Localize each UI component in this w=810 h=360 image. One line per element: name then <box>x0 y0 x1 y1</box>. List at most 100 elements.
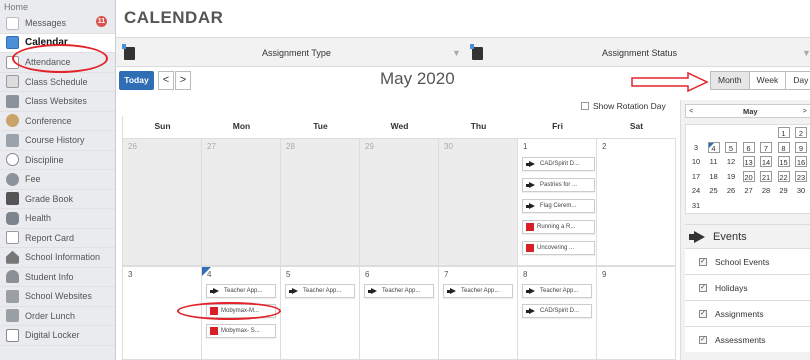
mini-day[interactable]: 23 <box>795 170 807 182</box>
event-filter-assessments[interactable]: ✓ Assessments <box>685 326 810 352</box>
checkbox-checked-icon[interactable]: ✓ <box>699 283 707 292</box>
mini-prev-button[interactable]: < <box>689 106 693 115</box>
view-day-button[interactable]: Day <box>785 71 810 90</box>
mini-day[interactable]: 15 <box>777 156 790 167</box>
day-cell[interactable]: 26 <box>123 138 202 266</box>
day-cell[interactable]: 8 Teacher App... CAD/Spirit D... <box>518 266 597 360</box>
mini-day[interactable]: 29 <box>778 185 790 196</box>
day-cell[interactable]: 5 Teacher App... <box>281 266 360 360</box>
mini-day[interactable]: 6 <box>742 141 755 153</box>
day-cell[interactable]: 1 CAD/Spirit D... Pastries for ... Flag … <box>518 138 597 266</box>
mini-day[interactable]: 9 <box>795 141 807 153</box>
event-chip[interactable]: Flag Cerem... <box>522 199 595 213</box>
view-month-button[interactable]: Month <box>710 71 750 90</box>
event-chip[interactable]: Teacher App... <box>522 284 592 298</box>
sidebar-item-report-card[interactable]: Report Card <box>0 229 115 248</box>
envelope-icon <box>6 16 19 30</box>
mini-day[interactable]: 16 <box>795 156 807 167</box>
checkbox-checked-icon[interactable]: ✓ <box>699 257 707 266</box>
sidebar-item-school-information[interactable]: School Information <box>0 248 115 268</box>
mini-day[interactable]: 21 <box>760 170 772 182</box>
mini-day[interactable]: 26 <box>725 185 737 196</box>
sidebar-item-conference[interactable]: Conference <box>0 112 115 131</box>
mini-day[interactable]: 22 <box>777 170 790 182</box>
day-cell[interactable]: 27 <box>202 138 281 266</box>
mini-day[interactable]: 19 <box>725 171 737 182</box>
mini-day[interactable]: 30 <box>795 185 807 196</box>
event-chip[interactable]: Mobymax- S... <box>206 324 276 338</box>
prev-month-button[interactable]: < <box>158 71 174 90</box>
day-cell[interactable]: 29 <box>360 138 439 266</box>
mini-day[interactable]: 18 <box>708 171 720 182</box>
rotation-checkbox[interactable] <box>581 102 589 110</box>
weekday-header: Mon <box>232 121 251 131</box>
event-chip[interactable]: Teacher App... <box>206 284 276 298</box>
event-chip[interactable]: Mobymax-M... <box>206 304 276 318</box>
mini-day[interactable]: 28 <box>760 185 772 196</box>
right-panel: < May > 1 2 3 4 5 6 7 8 9 10 11 12 13 14 15 16 17 18 19 20 2… <box>680 100 810 360</box>
today-button[interactable]: Today <box>119 71 154 90</box>
mini-day[interactable]: 24 <box>690 185 702 196</box>
next-month-button[interactable]: > <box>175 71 191 90</box>
mini-day[interactable]: 27 <box>743 185 755 196</box>
sidebar-item-class-websites[interactable]: Class Websites <box>0 92 115 112</box>
day-cell[interactable]: 2 <box>597 138 676 266</box>
show-rotation-day-toggle[interactable]: Show Rotation Day <box>581 101 666 111</box>
mini-day[interactable]: 17 <box>690 171 702 182</box>
sidebar-item-discipline[interactable]: Discipline <box>0 151 115 170</box>
day-cell[interactable]: 7 Teacher App... <box>439 266 518 360</box>
event-chip[interactable]: CAD/Spirit D... <box>522 157 595 171</box>
event-filter-holidays[interactable]: ✓ Holidays <box>685 274 810 300</box>
event-filter-school-events[interactable]: ✓ School Events <box>685 248 810 274</box>
day-cell-today[interactable]: 4 Teacher App... Mobymax-M... Mobymax- S… <box>202 266 281 360</box>
sidebar-item-order-lunch[interactable]: Order Lunch <box>0 307 115 326</box>
sidebar-item-student-info[interactable]: Student Info <box>0 268 115 287</box>
sidebar-item-digital-locker[interactable]: Digital Locker <box>0 326 115 346</box>
mini-day[interactable]: 8 <box>777 141 790 153</box>
day-cell[interactable]: 3 <box>123 266 202 360</box>
event-chip[interactable]: Pastries for ... <box>522 178 595 192</box>
event-chip[interactable]: Teacher App... <box>285 284 355 298</box>
mini-day[interactable]: 12 <box>725 156 737 167</box>
event-chip[interactable]: Running a R... <box>522 220 595 234</box>
mini-day[interactable]: 1 <box>777 127 790 138</box>
mini-day[interactable]: 31 <box>690 200 702 211</box>
mini-day[interactable]: 11 <box>708 156 720 167</box>
sidebar-item-course-history[interactable]: Course History <box>0 131 115 151</box>
mini-day[interactable]: 3 <box>690 142 702 153</box>
sidebar-home[interactable]: Home <box>0 0 115 14</box>
assignment-status-filter[interactable]: Assignment Status ▼ <box>470 38 810 68</box>
mini-day[interactable]: 4 <box>707 141 720 153</box>
sidebar-item-calendar[interactable]: Calendar <box>0 33 115 53</box>
events-header: Events <box>685 224 810 248</box>
mini-day[interactable]: 2 <box>795 127 807 138</box>
sidebar-item-messages[interactable]: Messages 11 <box>0 14 115 34</box>
event-filter-assignments[interactable]: ✓ Assignments <box>685 300 810 326</box>
day-cell[interactable]: 30 <box>439 138 518 266</box>
sidebar-item-health[interactable]: Health <box>0 209 115 229</box>
event-chip[interactable]: Teacher App... <box>443 284 513 298</box>
mini-next-button[interactable]: > <box>803 106 807 115</box>
assignment-type-filter[interactable]: Assignment Type ▼ <box>122 38 464 68</box>
day-cell[interactable]: 9 <box>597 266 676 360</box>
sidebar-item-class-schedule[interactable]: Class Schedule <box>0 73 115 92</box>
day-cell[interactable]: 6 Teacher App... <box>360 266 439 360</box>
mini-day[interactable]: 20 <box>742 170 755 182</box>
sidebar-item-attendance[interactable]: Attendance <box>0 53 115 73</box>
event-chip[interactable]: Uncovering ... <box>522 241 595 255</box>
sidebar-item-school-websites[interactable]: School Websites <box>0 287 115 307</box>
mini-day[interactable]: 14 <box>760 156 772 167</box>
mini-day[interactable]: 25 <box>708 185 720 196</box>
checkbox-checked-icon[interactable]: ✓ <box>699 335 707 344</box>
sidebar-item-grade-book[interactable]: Grade Book <box>0 190 115 209</box>
checkbox-checked-icon[interactable]: ✓ <box>699 309 707 318</box>
view-week-button[interactable]: Week <box>748 71 787 90</box>
event-chip[interactable]: CAD/Spirit D... <box>522 304 592 318</box>
sidebar-item-fee[interactable]: Fee <box>0 170 115 190</box>
event-chip[interactable]: Teacher App... <box>364 284 434 298</box>
mini-day[interactable]: 13 <box>742 156 755 167</box>
day-cell[interactable]: 28 <box>281 138 360 266</box>
mini-day[interactable]: 5 <box>725 141 737 153</box>
mini-day[interactable]: 10 <box>690 156 702 167</box>
mini-day[interactable]: 7 <box>760 141 772 153</box>
